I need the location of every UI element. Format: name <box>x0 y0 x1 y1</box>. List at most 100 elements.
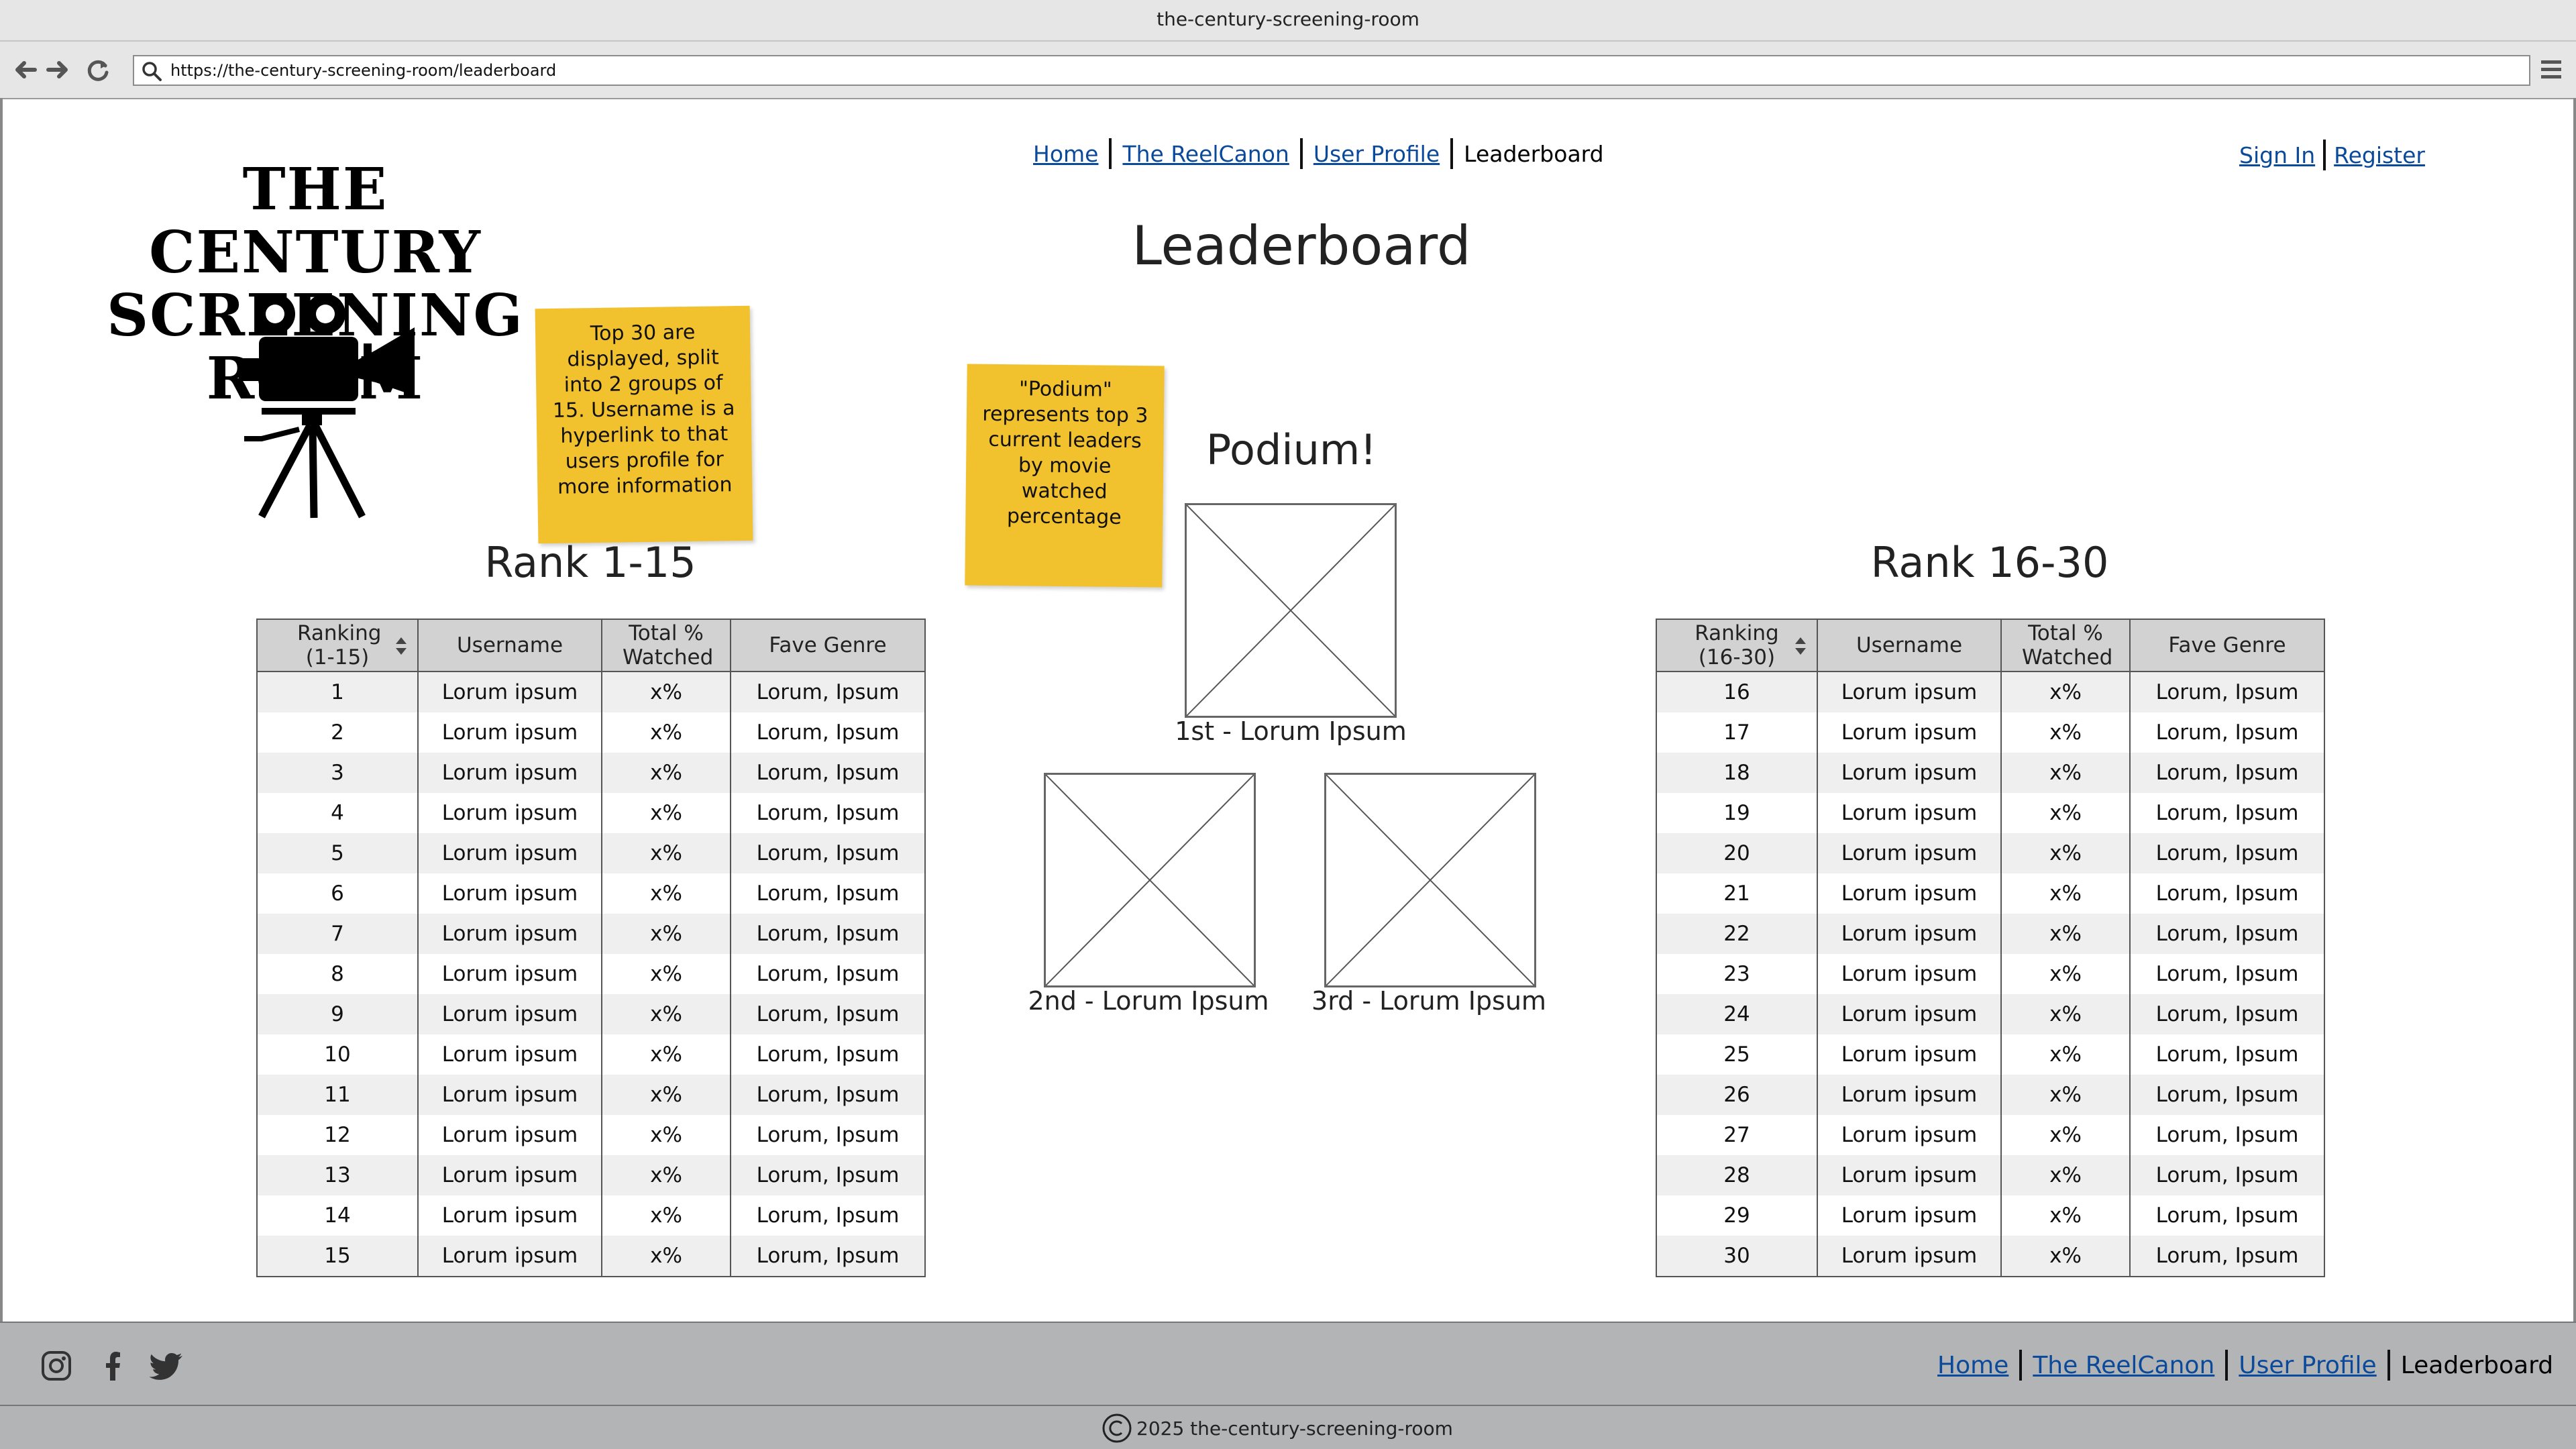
genre-cell: Lorum, Ipsum <box>730 793 926 833</box>
footer-nav-home[interactable]: Home <box>1937 1352 2008 1379</box>
username-link[interactable]: Lorum ipsum <box>1817 833 2002 873</box>
username-link[interactable]: Lorum ipsum <box>417 793 602 833</box>
nav-home[interactable]: Home <box>1033 141 1098 167</box>
username-link[interactable]: Lorum ipsum <box>1817 712 2002 753</box>
podium-third-image-placeholder[interactable] <box>1324 773 1536 987</box>
genre-cell: Lorum, Ipsum <box>2129 994 2325 1034</box>
genre-cell: Lorum, Ipsum <box>2129 954 2325 994</box>
footer-nav-leaderboard-current[interactable]: Leaderboard <box>2401 1352 2553 1379</box>
username-link[interactable]: Lorum ipsum <box>417 1115 602 1155</box>
table-row: 26 Lorum ipsum x% Lorum, Ipsum <box>1656 1075 2325 1115</box>
username-link[interactable]: Lorum ipsum <box>1817 1034 2002 1075</box>
rank-cell: 14 <box>256 1195 419 1236</box>
footer-nav-reelcanon[interactable]: The ReelCanon <box>2033 1352 2214 1379</box>
username-link[interactable]: Lorum ipsum <box>417 873 602 914</box>
page-title: Leaderboard <box>1132 215 1471 277</box>
rank-cell: 4 <box>256 793 419 833</box>
username-link[interactable]: Lorum ipsum <box>417 914 602 954</box>
facebook-icon[interactable] <box>97 1350 129 1382</box>
podium-third-label[interactable]: 3rd - Lorum Ipsum <box>1288 986 1570 1016</box>
watched-cell: x% <box>601 914 731 954</box>
rank-cell: 22 <box>1656 914 1818 954</box>
username-link[interactable]: Lorum ipsum <box>417 954 602 994</box>
table-row: 19 Lorum ipsum x% Lorum, Ipsum <box>1656 793 2325 833</box>
username-link[interactable]: Lorum ipsum <box>417 1034 602 1075</box>
username-link[interactable]: Lorum ipsum <box>417 672 602 712</box>
footer: Home The ReelCanon User Profile Leaderbo… <box>0 1322 2576 1406</box>
genre-cell: Lorum, Ipsum <box>2129 1195 2325 1236</box>
twitter-icon[interactable] <box>149 1350 184 1382</box>
forward-arrow-icon[interactable] <box>44 56 71 83</box>
username-link[interactable]: Lorum ipsum <box>417 712 602 753</box>
username-link[interactable]: Lorum ipsum <box>417 994 602 1034</box>
username-link[interactable]: Lorum ipsum <box>1817 873 2002 914</box>
table-row: 10 Lorum ipsum x% Lorum, Ipsum <box>256 1034 926 1075</box>
username-link[interactable]: Lorum ipsum <box>1817 793 2002 833</box>
back-arrow-icon[interactable] <box>12 56 39 83</box>
rank-cell: 25 <box>1656 1034 1818 1075</box>
nav-reelcanon[interactable]: The ReelCanon <box>1122 141 1289 167</box>
copyright-bar: 2025 the-century-screening-room <box>0 1405 2576 1449</box>
nav-separator <box>1299 138 1303 169</box>
register-link[interactable]: Register <box>2334 142 2425 168</box>
watched-cell: x% <box>601 793 731 833</box>
table-row: 20 Lorum ipsum x% Lorum, Ipsum <box>1656 833 2325 873</box>
podium-first-image-placeholder[interactable] <box>1185 503 1397 718</box>
watched-cell: x% <box>2000 833 2131 873</box>
genre-cell: Lorum, Ipsum <box>2129 672 2325 712</box>
table-header-row: Ranking (16-30) Username Total % Watched… <box>1656 619 2325 672</box>
username-link[interactable]: Lorum ipsum <box>1817 1075 2002 1115</box>
watched-cell: x% <box>601 1155 731 1195</box>
podium-first-label[interactable]: 1st - Lorum Ipsum <box>1150 716 1432 746</box>
table-row: 22 Lorum ipsum x% Lorum, Ipsum <box>1656 914 2325 954</box>
ranking-header-label: Ranking (16-30) <box>1695 621 1779 669</box>
hamburger-menu-icon[interactable] <box>2540 58 2563 82</box>
genre-cell: Lorum, Ipsum <box>2129 1236 2325 1277</box>
table-row: 18 Lorum ipsum x% Lorum, Ipsum <box>1656 753 2325 793</box>
username-link[interactable]: Lorum ipsum <box>1817 954 2002 994</box>
sort-icon[interactable] <box>1794 636 1807 656</box>
instagram-icon[interactable] <box>40 1350 72 1382</box>
rank-1-15-heading: Rank 1-15 <box>484 538 696 587</box>
username-link[interactable]: Lorum ipsum <box>417 1155 602 1195</box>
watched-cell: x% <box>601 753 731 793</box>
username-link[interactable]: Lorum ipsum <box>1817 1195 2002 1236</box>
genre-cell: Lorum, Ipsum <box>730 672 926 712</box>
auth-links: Sign In Register <box>2239 138 2425 172</box>
username-link[interactable]: Lorum ipsum <box>1817 753 2002 793</box>
table-row: 1 Lorum ipsum x% Lorum, Ipsum <box>256 672 926 712</box>
nav-user-profile[interactable]: User Profile <box>1313 141 1440 167</box>
reload-icon[interactable] <box>85 56 111 83</box>
username-link[interactable]: Lorum ipsum <box>1817 1115 2002 1155</box>
username-link[interactable]: Lorum ipsum <box>1817 994 2002 1034</box>
footer-nav-user-profile[interactable]: User Profile <box>2239 1352 2376 1379</box>
username-link[interactable]: Lorum ipsum <box>417 1075 602 1115</box>
rank-cell: 1 <box>256 672 419 712</box>
username-link[interactable]: Lorum ipsum <box>1817 1155 2002 1195</box>
window-border-left <box>0 98 3 1449</box>
username-link[interactable]: Lorum ipsum <box>1817 672 2002 712</box>
username-link[interactable]: Lorum ipsum <box>417 1195 602 1236</box>
podium-second-image-placeholder[interactable] <box>1044 773 1256 987</box>
table-row: 13 Lorum ipsum x% Lorum, Ipsum <box>256 1155 926 1195</box>
watched-cell: x% <box>601 712 731 753</box>
podium-heading: Podium! <box>1205 425 1377 474</box>
username-column-header: Username <box>1817 619 2002 672</box>
watched-cell: x% <box>601 672 731 712</box>
sort-icon[interactable] <box>394 636 408 656</box>
ranking-column-header[interactable]: Ranking (1-15) <box>256 619 419 672</box>
address-bar[interactable]: https://the-century-screening-room/leade… <box>133 55 2530 86</box>
username-link[interactable]: Lorum ipsum <box>417 833 602 873</box>
podium-second-label[interactable]: 2nd - Lorum Ipsum <box>1008 986 1289 1016</box>
username-link[interactable]: Lorum ipsum <box>1817 914 2002 954</box>
table-row: 14 Lorum ipsum x% Lorum, Ipsum <box>256 1195 926 1236</box>
nav-leaderboard-current[interactable]: Leaderboard <box>1464 141 1603 167</box>
ranking-column-header[interactable]: Ranking (16-30) <box>1656 619 1818 672</box>
username-link[interactable]: Lorum ipsum <box>1817 1236 2002 1277</box>
rank-cell: 5 <box>256 833 419 873</box>
username-link[interactable]: Lorum ipsum <box>417 753 602 793</box>
table-row: 2 Lorum ipsum x% Lorum, Ipsum <box>256 712 926 753</box>
sign-in-link[interactable]: Sign In <box>2239 142 2315 168</box>
rank-cell: 23 <box>1656 954 1818 994</box>
username-link[interactable]: Lorum ipsum <box>417 1236 602 1277</box>
